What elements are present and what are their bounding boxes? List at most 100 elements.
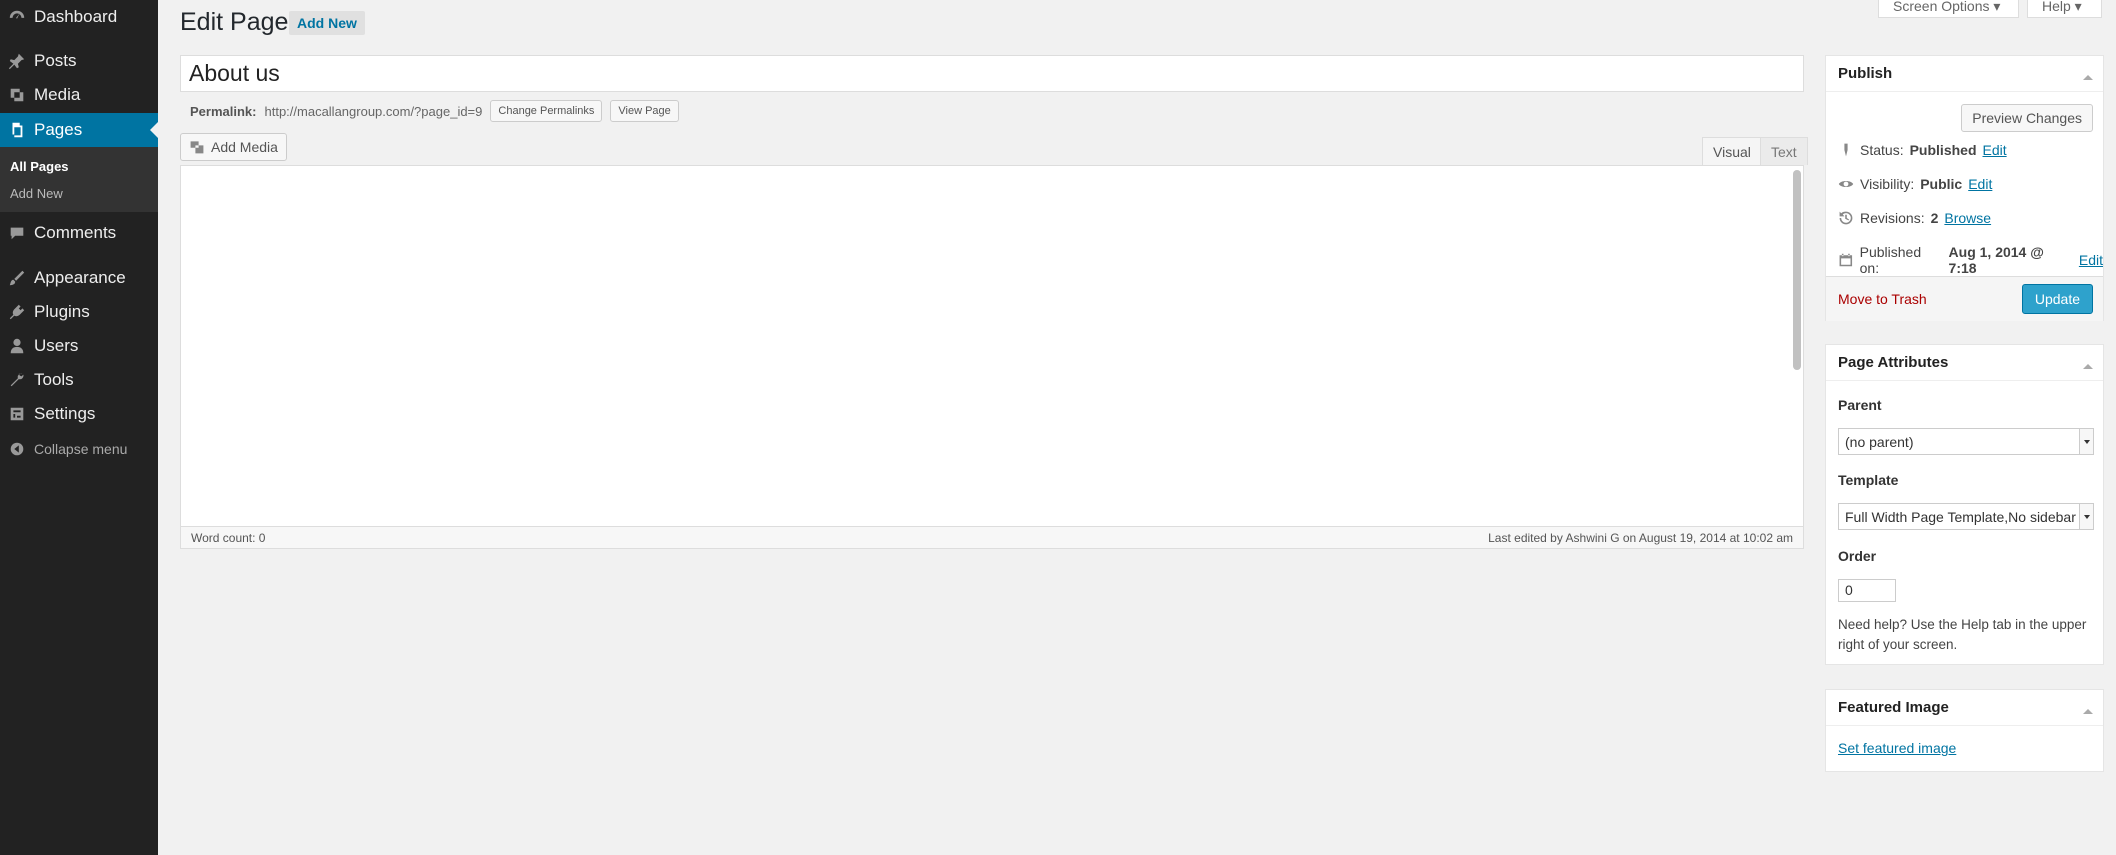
featured-image-header[interactable]: Featured Image: [1826, 690, 2103, 726]
submenu-all-pages[interactable]: All Pages: [10, 159, 69, 174]
update-button[interactable]: Update: [2021, 284, 2093, 314]
visibility-value: Public: [1920, 176, 1963, 192]
tab-visual[interactable]: Visual: [1702, 137, 1762, 165]
admin-sidebar: Dashboard Posts Media Pages All Pages Ad…: [0, 0, 158, 855]
revisions-value: 2: [1930, 210, 1939, 226]
dashboard-icon: [0, 8, 34, 26]
publish-title: Publish: [1838, 65, 1893, 82]
wrench-icon: [0, 371, 34, 389]
pin-icon: [1844, 143, 1848, 157]
sidebar-item-dashboard[interactable]: Dashboard: [0, 0, 158, 34]
sidebar-item-label: Dashboard: [34, 7, 118, 26]
parent-select[interactable]: (no parent): [1838, 428, 2094, 455]
add-media-button[interactable]: Add Media: [180, 133, 287, 161]
brush-icon: [0, 269, 34, 287]
sidebar-item-label: Users: [34, 336, 79, 355]
word-count: Word count: 0: [191, 530, 266, 545]
tab-text[interactable]: Text: [1760, 137, 1808, 165]
view-page-button[interactable]: View Page: [610, 100, 679, 122]
browse-revisions-link[interactable]: Browse: [1944, 210, 1991, 226]
order-label: Order: [1838, 548, 1877, 564]
sidebar-item-label: Settings: [34, 404, 96, 423]
order-input[interactable]: 0: [1838, 579, 1896, 602]
chevron-down-icon: [2079, 504, 2093, 529]
comment-icon: [0, 224, 34, 242]
status-value: Published: [1909, 142, 1977, 158]
sidebar-item-label: Posts: [34, 51, 77, 70]
collapse-icon: [0, 440, 34, 458]
parent-select-value: (no parent): [1845, 433, 1914, 450]
help-tab[interactable]: Help ▾: [2027, 0, 2102, 18]
published-edit-link[interactable]: Edit: [2079, 252, 2103, 268]
pin-icon: [0, 52, 34, 70]
status-label: Status:: [1860, 142, 1904, 158]
featured-image-title: Featured Image: [1838, 699, 1949, 716]
visibility-row: Visibility: Public Edit: [1838, 176, 1992, 192]
publish-box-header[interactable]: Publish: [1826, 56, 2103, 92]
template-select[interactable]: Full Width Page Template,No sidebar: [1838, 503, 2094, 530]
sidebar-item-appearance[interactable]: Appearance: [0, 261, 158, 295]
sidebar-item-pages[interactable]: Pages: [0, 113, 158, 147]
publish-box: Publish Preview Changes Status: Published…: [1825, 55, 2104, 321]
published-value: Aug 1, 2014 @ 7:18: [1948, 244, 2044, 276]
template-select-value: Full Width Page Template,No sidebar: [1845, 508, 2076, 525]
sidebar-item-users[interactable]: Users: [0, 329, 158, 363]
last-edited: Last edited by Ashwini G on August 19, 2…: [1488, 530, 1793, 545]
status-row: Status: Published Edit: [1838, 142, 2007, 158]
sidebar-item-tools[interactable]: Tools: [0, 363, 158, 397]
pages-icon: [0, 121, 34, 139]
page-attributes-title: Page Attributes: [1838, 354, 1949, 371]
collapse-menu-label: Collapse menu: [34, 441, 128, 457]
screen-options-tab[interactable]: Screen Options ▾: [1878, 0, 2019, 18]
pages-submenu: All Pages Add New: [0, 147, 158, 212]
order-input-value: 0: [1845, 582, 1853, 598]
settings-icon: [0, 405, 34, 423]
submenu-add-new[interactable]: Add New: [10, 186, 63, 201]
history-icon: [1839, 211, 1853, 225]
page-attributes-box: Page Attributes Parent (no parent) Templ…: [1825, 344, 2104, 665]
plug-icon: [0, 303, 34, 321]
page-attributes-header[interactable]: Page Attributes: [1826, 345, 2103, 381]
sidebar-item-label: Comments: [34, 223, 117, 242]
featured-image-box: Featured Image Set featured image: [1825, 689, 2104, 772]
sidebar-item-label: Plugins: [34, 302, 90, 321]
set-featured-image-link[interactable]: Set featured image: [1838, 740, 1956, 756]
eye-icon: [1838, 181, 1854, 187]
title-input[interactable]: About us: [180, 55, 1804, 92]
status-edit-link[interactable]: Edit: [1983, 142, 2007, 158]
template-label: Template: [1838, 472, 1899, 488]
add-media-icon: [190, 141, 204, 154]
change-permalinks-button[interactable]: Change Permalinks: [490, 100, 603, 122]
media-icon: [0, 86, 34, 104]
sidebar-item-settings[interactable]: Settings: [0, 397, 158, 431]
title-input-value: About us: [189, 60, 280, 86]
add-new-page-button[interactable]: Add New: [289, 11, 365, 35]
visibility-edit-link[interactable]: Edit: [1968, 176, 1992, 192]
collapse-arrow-icon[interactable]: [2083, 70, 2093, 80]
chevron-down-icon: [2079, 429, 2093, 454]
collapse-arrow-icon[interactable]: [2083, 704, 2093, 714]
move-to-trash-link[interactable]: Move to Trash: [1838, 291, 1927, 307]
editor-status-bar: Word count: 0 Last edited by Ashwini G o…: [180, 527, 1804, 549]
collapse-menu-button[interactable]: Collapse menu: [0, 432, 158, 466]
preview-changes-button[interactable]: Preview Changes: [1961, 104, 2093, 132]
user-icon: [0, 337, 34, 355]
collapse-arrow-icon[interactable]: [2083, 359, 2093, 369]
parent-label: Parent: [1838, 397, 1882, 413]
revisions-row: Revisions: 2 Browse: [1838, 210, 1991, 226]
sidebar-item-comments[interactable]: Comments: [0, 216, 158, 250]
permalink-label: Permalink:: [190, 103, 257, 119]
calendar-icon: [1839, 253, 1853, 267]
revisions-label: Revisions:: [1860, 210, 1925, 226]
visibility-label: Visibility:: [1860, 176, 1915, 192]
sidebar-item-label: Pages: [34, 120, 83, 139]
sidebar-item-label: Media: [34, 85, 81, 104]
permalink-url[interactable]: http://macallangroup.com/?page_id=9: [264, 104, 482, 119]
sidebar-item-plugins[interactable]: Plugins: [0, 295, 158, 329]
permalink-row: Permalink: http://macallangroup.com/?pag…: [190, 100, 679, 122]
sidebar-item-media[interactable]: Media: [0, 78, 158, 112]
publish-actions: Move to Trash Update: [1826, 276, 2103, 321]
sidebar-item-posts[interactable]: Posts: [0, 44, 158, 78]
editor-scrollbar[interactable]: [1793, 170, 1801, 370]
content-editor[interactable]: [180, 165, 1804, 527]
